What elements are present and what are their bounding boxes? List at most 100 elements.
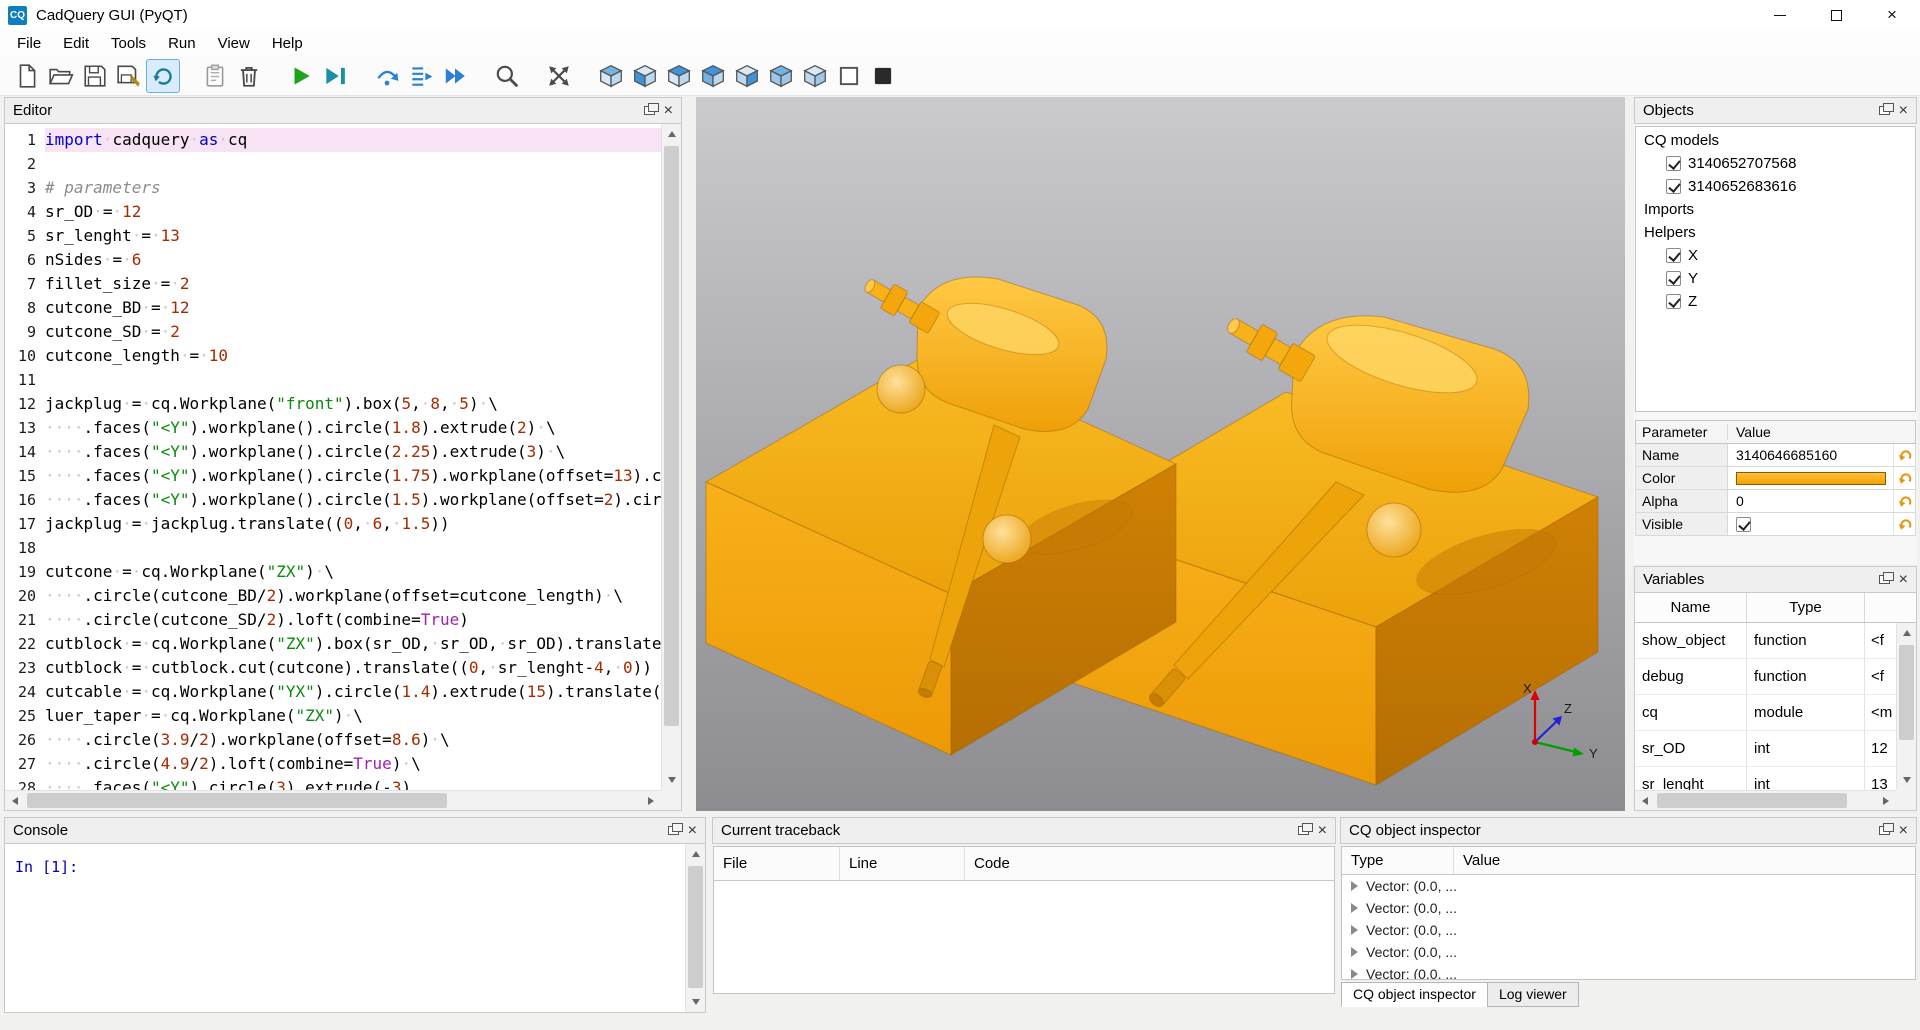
variables-horizontal-scrollbar[interactable] xyxy=(1635,790,1896,810)
orthographic-toggle-button[interactable] xyxy=(832,59,866,93)
objects-tree[interactable]: CQ models31406527075683140652683616Impor… xyxy=(1635,126,1916,412)
code-line[interactable]: 18 xyxy=(5,536,661,560)
code-line[interactable]: 11 xyxy=(5,368,661,392)
code-line[interactable]: 20····.circle(cutcone_BD/2).workplane(of… xyxy=(5,584,661,608)
code-line[interactable]: 8cutcone_BD·=·12 xyxy=(5,296,661,320)
code-line[interactable]: 19cutcone·=·cq.Workplane("ZX")·\ xyxy=(5,560,661,584)
code-line[interactable]: 13····.faces("<Y").workplane().circle(1.… xyxy=(5,416,661,440)
code-line[interactable]: 16····.faces("<Y").workplane().circle(1.… xyxy=(5,488,661,512)
checkbox[interactable] xyxy=(1736,517,1751,532)
view-bottom-button[interactable] xyxy=(730,59,764,93)
scroll-left-button[interactable] xyxy=(5,791,25,811)
tree-item[interactable]: CQ models xyxy=(1636,129,1915,152)
close-panel-button[interactable]: × xyxy=(688,823,697,839)
zoom-button[interactable] xyxy=(490,59,524,93)
view-top-button[interactable] xyxy=(696,59,730,93)
scroll-thumb[interactable] xyxy=(1657,793,1847,808)
continue-button[interactable] xyxy=(438,59,472,93)
new-file-button[interactable] xyxy=(10,59,44,93)
close-panel-button[interactable]: × xyxy=(664,103,673,119)
property-value[interactable] xyxy=(1728,467,1893,489)
fit-view-button[interactable] xyxy=(542,59,576,93)
code-line[interactable]: 26····.circle(3.9/2).workplane(offset=8.… xyxy=(5,728,661,752)
checkbox[interactable] xyxy=(1666,179,1681,194)
code-line[interactable]: 28····.faces("<Y").circle(3).extrude(-3) xyxy=(5,776,661,790)
tree-item[interactable]: X xyxy=(1636,244,1915,267)
delete-button[interactable] xyxy=(232,59,266,93)
editor-horizontal-scrollbar[interactable] xyxy=(5,790,661,810)
code-line[interactable]: 23cutblock·=·cutblock.cut(cutcone).trans… xyxy=(5,656,661,680)
code-line[interactable]: 5sr_lenght·=·13 xyxy=(5,224,661,248)
view-left-button[interactable] xyxy=(764,59,798,93)
scroll-down-button[interactable] xyxy=(1897,770,1917,790)
close-panel-button[interactable]: × xyxy=(1318,823,1327,839)
code-line[interactable]: 25luer_taper·=·cq.Workplane("ZX")·\ xyxy=(5,704,661,728)
checkbox[interactable] xyxy=(1666,248,1681,263)
tree-item[interactable]: Imports xyxy=(1636,198,1915,221)
view-back-button[interactable] xyxy=(662,59,696,93)
tree-item[interactable]: Z xyxy=(1636,290,1915,313)
float-panel-button[interactable] xyxy=(668,822,679,839)
code-line[interactable]: 24cutcable·=·cq.Workplane("YX").circle(1… xyxy=(5,680,661,704)
close-window-button[interactable]: × xyxy=(1864,0,1920,30)
scroll-left-button[interactable] xyxy=(1635,791,1655,811)
close-panel-button[interactable]: × xyxy=(1899,103,1908,119)
revert-button[interactable] xyxy=(1893,444,1915,466)
code-line[interactable]: 1import·cadquery·as·cq xyxy=(5,128,661,152)
editor-vertical-scrollbar[interactable] xyxy=(661,124,681,790)
float-panel-button[interactable] xyxy=(644,102,655,119)
menu-item-help[interactable]: Help xyxy=(261,30,314,56)
tab-log-viewer[interactable]: Log viewer xyxy=(1487,982,1579,1007)
scroll-right-button[interactable] xyxy=(1876,791,1896,811)
scroll-thumb[interactable] xyxy=(664,146,679,726)
scroll-right-button[interactable] xyxy=(641,791,661,811)
scroll-thumb[interactable] xyxy=(27,793,447,808)
paste-button[interactable] xyxy=(198,59,232,93)
color-swatch[interactable] xyxy=(1736,472,1886,485)
scroll-up-button[interactable] xyxy=(662,124,682,144)
float-panel-button[interactable] xyxy=(1879,102,1890,119)
close-panel-button[interactable]: × xyxy=(1899,823,1908,839)
expand-icon[interactable] xyxy=(1351,969,1363,979)
scroll-thumb[interactable] xyxy=(1899,645,1914,740)
code-line[interactable]: 10cutcone_length·=·10 xyxy=(5,344,661,368)
menu-item-run[interactable]: Run xyxy=(157,30,207,56)
save-button[interactable] xyxy=(78,59,112,93)
expand-icon[interactable] xyxy=(1351,925,1363,935)
tree-item[interactable]: 3140652707568 xyxy=(1636,152,1915,175)
view-front-button[interactable] xyxy=(628,59,662,93)
scroll-up-button[interactable] xyxy=(1897,623,1917,643)
step-button[interactable] xyxy=(370,59,404,93)
variable-row[interactable]: sr_ODint12 xyxy=(1635,731,1896,767)
variable-row[interactable]: sr_lenghtint13 xyxy=(1635,767,1896,790)
code-line[interactable]: 27····.circle(4.9/2).loft(combine=True)·… xyxy=(5,752,661,776)
checkbox[interactable] xyxy=(1666,156,1681,171)
viewport-3d[interactable]: X Z Y xyxy=(696,97,1625,811)
tab-cq-object-inspector[interactable]: CQ object inspector xyxy=(1341,982,1488,1007)
code-line[interactable]: 7fillet_size·=·2 xyxy=(5,272,661,296)
view-iso-button[interactable] xyxy=(594,59,628,93)
minimize-button[interactable] xyxy=(1752,0,1808,30)
revert-button[interactable] xyxy=(1893,467,1915,489)
code-line[interactable]: 17jackplug·=·jackplug.translate((0,·6,·1… xyxy=(5,512,661,536)
checkbox[interactable] xyxy=(1666,271,1681,286)
tree-item[interactable]: 3140652683616 xyxy=(1636,175,1915,198)
expand-icon[interactable] xyxy=(1351,947,1363,957)
inspector-row[interactable]: Vector: (0.0, ... xyxy=(1342,963,1915,980)
inspector-row[interactable]: Vector: (0.0, ... xyxy=(1342,919,1915,941)
debug-button[interactable] xyxy=(318,59,352,93)
scroll-thumb[interactable] xyxy=(688,866,703,988)
maximize-button[interactable] xyxy=(1808,0,1864,30)
code-line[interactable]: 9cutcone_SD·=·2 xyxy=(5,320,661,344)
screenshot-button[interactable] xyxy=(866,59,900,93)
float-panel-button[interactable] xyxy=(1879,571,1890,588)
expand-icon[interactable] xyxy=(1351,881,1363,891)
variable-row[interactable]: cqmodule<m xyxy=(1635,695,1896,731)
menu-item-tools[interactable]: Tools xyxy=(100,30,157,56)
inspector-row[interactable]: Vector: (0.0, ... xyxy=(1342,941,1915,963)
revert-button[interactable] xyxy=(1893,513,1915,535)
tree-item[interactable]: Y xyxy=(1636,267,1915,290)
code-line[interactable]: 21····.circle(cutcone_SD/2).loft(combine… xyxy=(5,608,661,632)
float-panel-button[interactable] xyxy=(1879,822,1890,839)
variables-vertical-scrollbar[interactable] xyxy=(1896,623,1916,790)
